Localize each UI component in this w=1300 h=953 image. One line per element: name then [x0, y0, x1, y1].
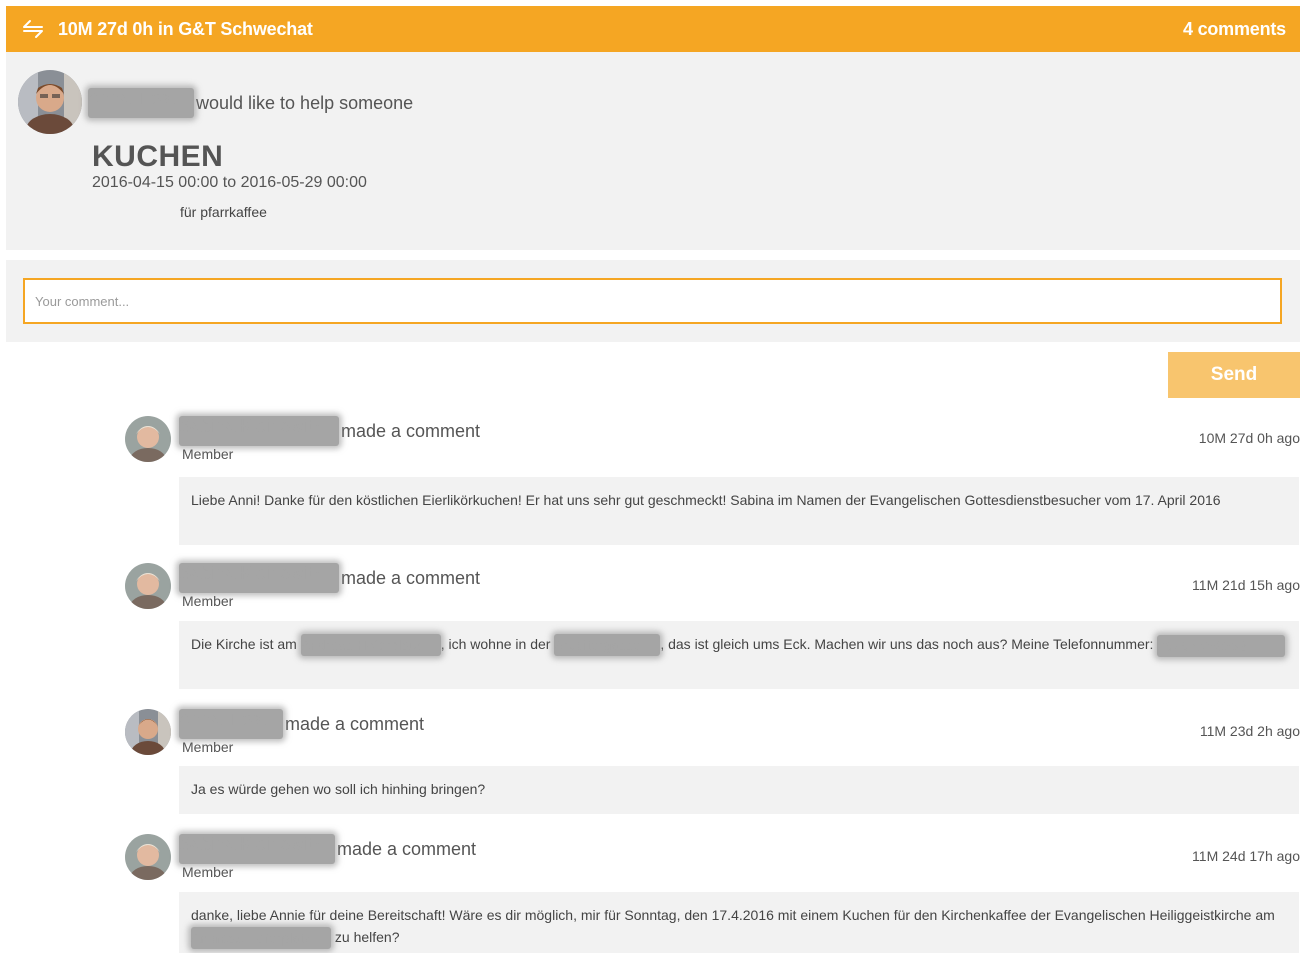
event-header-left: 10M 27d 0h in G&T Schwechat [20, 18, 313, 40]
comment-text: , das ist gleich ums Eck. Machen wir uns… [660, 636, 1158, 652]
comment-action: made a comment [341, 420, 481, 441]
author-name-redacted[interactable]: Sabina Kleinowitz [179, 416, 339, 446]
avatar[interactable] [125, 834, 171, 880]
post-dates: 2016-04-15 00:00 to 2016-05-29 00:00 [92, 174, 367, 191]
comments-count-link[interactable]: 4 comments [1183, 19, 1286, 40]
author-name-redacted[interactable]: Anna Tröstl [88, 88, 194, 118]
post-action: would like to help someone [196, 92, 414, 113]
comment-body: Liebe Anni! Danke für den köstlichen Eie… [179, 477, 1299, 545]
member-role: Member [182, 593, 234, 609]
author-name-redacted[interactable]: Sabina Kleinowitz [179, 563, 339, 593]
post-description: für pfarrkaffee [180, 204, 267, 220]
comment-header: Sabina Kleinowitz made a comment [179, 834, 476, 864]
comment-body: Ja es würde gehen wo soll ich hinhing br… [179, 766, 1299, 814]
comment-body: Die Kirche ist am Andreas Hoferplatz, ic… [179, 621, 1299, 689]
comment-header: Sabina Kleinowitz made a comment [179, 563, 480, 593]
swap-arrows-icon [20, 18, 46, 40]
author-name-redacted[interactable]: Anna Tröstl [179, 709, 283, 739]
author-name-redacted[interactable]: Sabina Kleinowitz [179, 834, 335, 864]
comment-text: Die Kirche ist am [191, 636, 301, 652]
comment-time: 11M 21d 15h ago [1192, 577, 1300, 593]
comment-form [6, 260, 1300, 342]
post-headline: Anna Tröstl would like to help someone [88, 88, 413, 118]
member-role: Member [182, 739, 234, 755]
comment-header: Anna Tröstl made a comment [179, 709, 424, 739]
phone-redacted: 0676 5258558 [1157, 635, 1286, 658]
avatar[interactable] [18, 70, 82, 134]
comment-body: danke, liebe Annie für deine Bereitschaf… [179, 892, 1299, 953]
avatar[interactable] [125, 563, 171, 609]
comment-input[interactable] [23, 278, 1282, 324]
avatar[interactable] [125, 416, 171, 462]
comment-time: 10M 27d 0h ago [1198, 430, 1300, 446]
event-header-title: 10M 27d 0h in G&T Schwechat [58, 18, 313, 39]
comment-text: zu helfen? [331, 929, 400, 945]
comment-time: 11M 24d 17h ago [1192, 848, 1300, 864]
member-role: Member [182, 446, 234, 462]
comment-text: , ich wohne in der [440, 636, 555, 652]
address-redacted: Andreas Hoferplatz [300, 634, 441, 657]
post-card: Anna Tröstl would like to help someone K… [6, 52, 1300, 250]
address-redacted: Andreas Hoferplatz [191, 927, 331, 950]
comment-text: danke, liebe Annie für deine Bereitschaf… [191, 907, 1275, 923]
comment-action: made a comment [285, 713, 425, 734]
send-button[interactable]: Send [1168, 352, 1300, 398]
post-title: KUCHEN [92, 140, 224, 173]
comment-action: made a comment [337, 838, 477, 859]
avatar[interactable] [125, 709, 171, 755]
event-header-bar: 10M 27d 0h in G&T Schwechat 4 comments [6, 6, 1300, 52]
member-role: Member [182, 864, 234, 880]
street-redacted: Arbeitergasse [554, 634, 661, 657]
comment-time: 11M 23d 2h ago [1199, 723, 1300, 739]
comment-header: Sabina Kleinowitz made a comment [179, 416, 480, 446]
comment-action: made a comment [341, 567, 481, 588]
